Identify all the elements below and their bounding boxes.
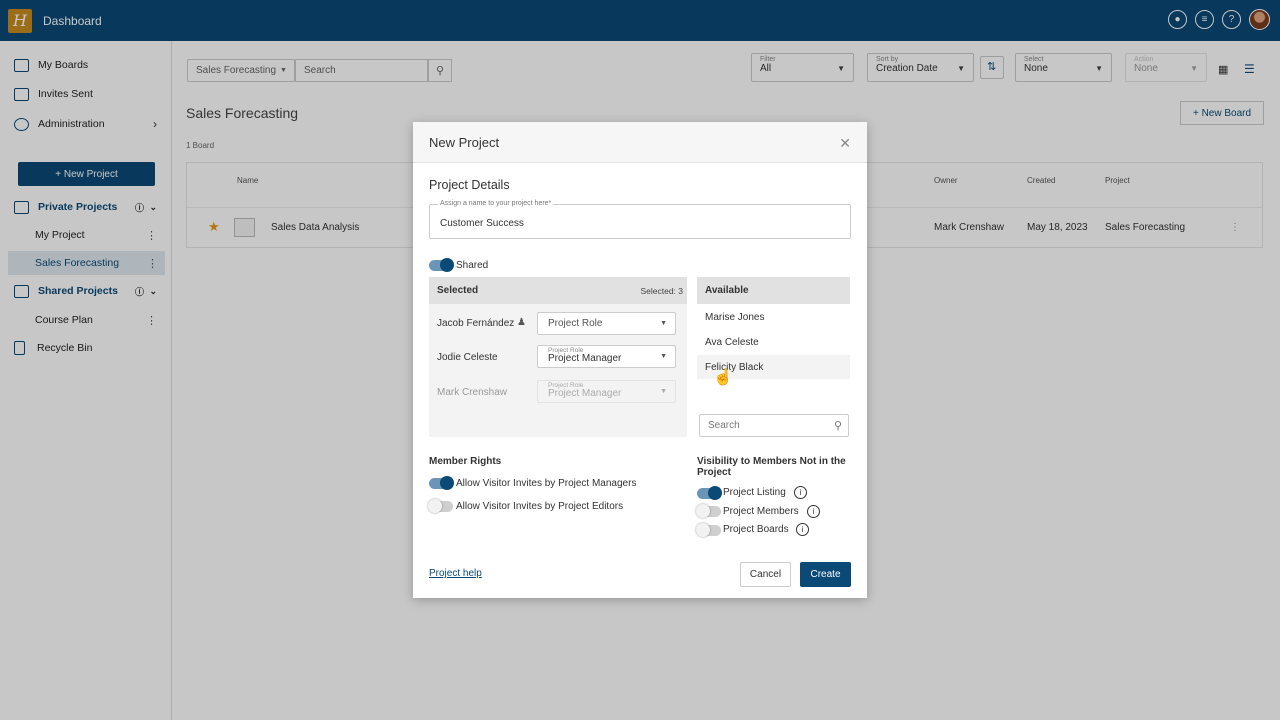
toggle-knob: [696, 523, 710, 537]
visibility-title: Visibility to Members Not in the Project: [697, 456, 846, 478]
search-placeholder: Search: [708, 420, 740, 431]
visibility-label: Project Boards: [723, 524, 789, 535]
caret-down-icon: ▼: [660, 320, 667, 327]
visibility-label: Project Members: [723, 506, 799, 517]
caret-down-icon: ▼: [660, 353, 667, 360]
shared-toggle[interactable]: [429, 258, 454, 272]
new-project-dialog: New Project ✕ Project Details Assign a n…: [413, 122, 867, 598]
role-select[interactable]: Project Role Project Manager ▼: [537, 345, 676, 368]
info-icon[interactable]: i: [807, 505, 820, 518]
list-item[interactable]: Marise Jones: [697, 305, 850, 329]
dialog-header: New Project: [413, 122, 867, 163]
list-item[interactable]: Ava Celeste: [697, 330, 850, 354]
rights-label: Allow Visitor Invites by Project Editors: [456, 501, 624, 512]
member-rights-title: Member Rights: [429, 456, 502, 467]
dialog-title: New Project: [429, 134, 500, 150]
shared-label: Shared: [456, 260, 489, 271]
cancel-button[interactable]: Cancel: [740, 562, 791, 587]
person-icon: ♟: [517, 317, 526, 328]
info-icon[interactable]: i: [794, 486, 807, 499]
selected-members-panel: Selected Selected: 3 Jacob Fernández ♟ P…: [429, 277, 687, 437]
toggle-knob: [696, 504, 710, 518]
visibility-toggle-boards[interactable]: [696, 523, 721, 537]
project-help-link[interactable]: Project help: [429, 568, 482, 579]
role-value: Project Manager: [548, 353, 622, 364]
close-icon[interactable]: ✕: [839, 135, 851, 152]
member-name: Mark Crenshaw: [437, 387, 508, 398]
visibility-label: Project Listing: [723, 487, 786, 498]
toggle-knob: [440, 258, 454, 272]
create-button[interactable]: Create: [800, 562, 851, 587]
search-icon[interactable]: ⚲: [834, 419, 842, 432]
rights-label: Allow Visitor Invites by Project Manager…: [456, 478, 637, 489]
available-members-panel: Available Marise Jones Ava Celeste Felic…: [697, 277, 850, 437]
available-header: Available: [697, 277, 850, 304]
member-search-input[interactable]: Search ⚲: [699, 414, 849, 437]
rights-toggle-managers[interactable]: [429, 476, 454, 490]
caret-down-icon: ▼: [660, 388, 667, 395]
visibility-toggle-listing[interactable]: [697, 486, 722, 500]
member-name: Jacob Fernández: [437, 318, 515, 329]
rights-toggle-editors[interactable]: [428, 499, 453, 513]
selected-count: Selected: 3: [640, 286, 683, 296]
info-icon[interactable]: i: [796, 523, 809, 536]
project-name-field[interactable]: Assign a name to your project here* Cust…: [429, 200, 851, 239]
toggle-knob: [428, 499, 442, 513]
hand-cursor-icon: ☝: [713, 369, 733, 386]
member-name: Jodie Celeste: [437, 352, 498, 363]
toggle-knob: [440, 476, 454, 490]
project-name-label: Assign a name to your project here*: [438, 200, 554, 207]
role-select: Project Role Project Manager ▼: [537, 380, 676, 403]
role-value: Project Role: [548, 318, 603, 329]
role-select[interactable]: Project Role ▼: [537, 312, 676, 335]
role-value: Project Manager: [548, 388, 622, 399]
toggle-knob: [708, 486, 722, 500]
visibility-toggle-members[interactable]: [696, 504, 721, 518]
project-name-value: Customer Success: [440, 218, 524, 229]
section-title: Project Details: [429, 178, 510, 192]
